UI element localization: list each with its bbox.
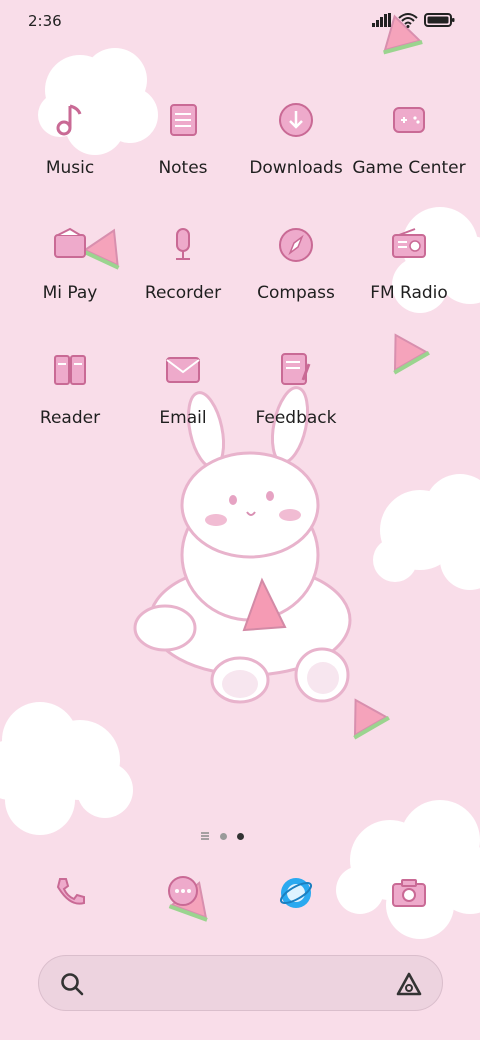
- search-icon[interactable]: [59, 971, 85, 997]
- app-email[interactable]: Email: [123, 340, 243, 428]
- signal-icon: [372, 13, 391, 27]
- dock-camera[interactable]: [379, 863, 439, 923]
- notes-icon: [170, 104, 197, 136]
- gamepad-icon: [393, 107, 425, 133]
- phone-icon: [56, 878, 85, 905]
- app-fm-radio[interactable]: FM Radio: [349, 215, 469, 303]
- page-dot-2-active: [237, 832, 244, 840]
- app-downloads[interactable]: Downloads: [236, 90, 356, 178]
- app-compass[interactable]: Compass: [236, 215, 356, 303]
- app-label: Recorder: [144, 283, 222, 303]
- app-label: Reader: [39, 408, 101, 428]
- browser-icon: [279, 878, 313, 908]
- app-label: Mi Pay: [42, 283, 98, 303]
- messages-icon: [168, 876, 198, 906]
- wifi-icon: [398, 13, 418, 28]
- page-dot-1: [220, 832, 227, 840]
- battery-icon: [424, 13, 455, 27]
- wallet-icon: [54, 227, 86, 258]
- feed-page-icon: [201, 832, 209, 840]
- envelope-icon: [166, 357, 200, 383]
- app-game-center[interactable]: Game Center: [349, 90, 469, 178]
- compass-icon: [279, 228, 313, 262]
- cloud-right-2: [373, 474, 480, 590]
- app-feedback[interactable]: Feedback: [236, 340, 356, 428]
- download-icon: [279, 103, 313, 137]
- status-time: 2:36: [28, 12, 62, 30]
- status-bar: 2:36: [0, 0, 480, 44]
- app-label: Compass: [257, 283, 335, 303]
- app-recorder[interactable]: Recorder: [123, 215, 243, 303]
- app-mi-pay[interactable]: Mi Pay: [10, 215, 130, 303]
- bunny-illustration: [133, 386, 352, 704]
- camera-icon: [392, 879, 426, 907]
- status-icons: [372, 12, 456, 28]
- dock-phone[interactable]: [40, 863, 100, 923]
- app-label: Music: [45, 158, 95, 178]
- app-label: Feedback: [255, 408, 337, 428]
- app-notes[interactable]: Notes: [123, 90, 243, 178]
- cloud-left-bottom: [0, 702, 133, 835]
- dock-messages[interactable]: [153, 863, 213, 923]
- microphone-icon: [176, 228, 190, 260]
- dock-browser[interactable]: [266, 863, 326, 923]
- app-label: Email: [159, 408, 207, 428]
- search-bar[interactable]: [38, 955, 443, 1011]
- assistant-icon[interactable]: [394, 969, 424, 999]
- music-note-icon: [56, 104, 82, 136]
- feedback-icon: [281, 353, 311, 385]
- radio-icon: [392, 228, 426, 258]
- book-icon: [54, 355, 86, 385]
- app-label: FM Radio: [370, 283, 448, 303]
- app-label: Downloads: [249, 158, 343, 178]
- page-indicator[interactable]: [200, 829, 280, 843]
- app-label: Notes: [158, 158, 208, 178]
- app-label: Game Center: [352, 158, 466, 178]
- app-music[interactable]: Music: [10, 90, 130, 178]
- app-reader[interactable]: Reader: [10, 340, 130, 428]
